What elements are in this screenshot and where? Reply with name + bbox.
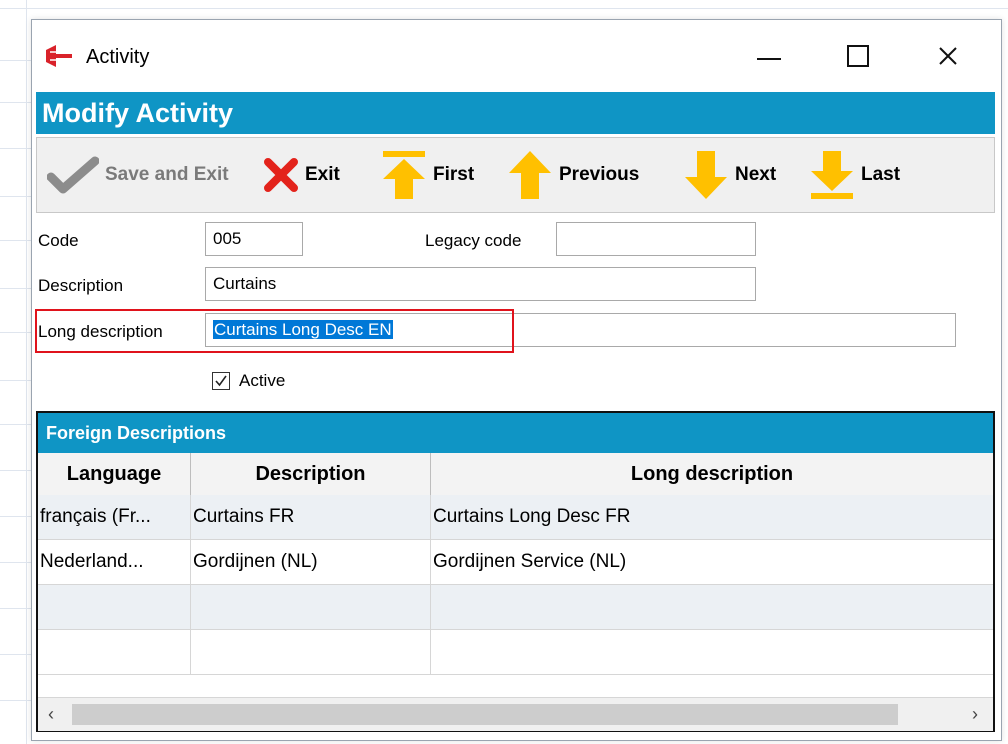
cell-language <box>38 585 191 629</box>
scroll-left-icon[interactable]: ‹ <box>48 704 54 725</box>
description-label: Description <box>38 276 124 295</box>
table-row[interactable]: Nederland... Gordijnen (NL) Gordijnen Se… <box>38 540 993 585</box>
close-icon <box>939 47 957 65</box>
cell-description <box>191 630 431 674</box>
code-field[interactable]: 005 <box>205 222 303 256</box>
page-title: Modify Activity <box>36 92 995 134</box>
next-button[interactable]: Next <box>683 138 776 212</box>
minimize-icon <box>757 58 781 60</box>
minimize-button[interactable] <box>746 36 792 76</box>
window-title: Activity <box>86 46 150 68</box>
cell-description: Gordijnen (NL) <box>191 540 431 584</box>
table-row[interactable]: français (Fr... Curtains FR Curtains Lon… <box>38 495 993 540</box>
app-logo-icon <box>46 45 72 67</box>
next-label: Next <box>735 164 777 185</box>
close-button[interactable] <box>925 36 971 76</box>
first-button[interactable]: First <box>381 138 474 212</box>
cell-long-description <box>431 585 993 629</box>
x-icon <box>264 158 298 192</box>
last-button[interactable]: Last <box>809 138 900 212</box>
cell-description: Curtains FR <box>191 495 431 539</box>
maximize-button[interactable] <box>835 36 881 76</box>
cell-language: Nederland... <box>38 540 191 584</box>
title-bar[interactable]: Activity <box>32 20 1001 84</box>
column-header-language[interactable]: Language <box>38 453 191 495</box>
toolbar: Save and Exit Exit First Previous Next L… <box>36 137 995 213</box>
cell-language <box>38 630 191 674</box>
cell-long-description <box>431 630 993 674</box>
save-and-exit-button[interactable]: Save and Exit <box>47 138 229 212</box>
bg-divider <box>26 0 27 744</box>
active-checkbox[interactable] <box>212 372 230 390</box>
arrow-up-icon <box>509 151 551 199</box>
legacy-code-label: Legacy code <box>425 231 522 250</box>
check-icon <box>215 375 227 387</box>
legacy-code-field[interactable] <box>556 222 756 256</box>
cell-description <box>191 585 431 629</box>
arrow-last-icon <box>811 151 853 199</box>
code-label: Code <box>38 231 79 250</box>
previous-label: Previous <box>559 164 640 185</box>
exit-button[interactable]: Exit <box>263 138 340 212</box>
column-header-description[interactable]: Description <box>191 453 431 495</box>
foreign-descriptions-panel: Foreign Descriptions Language Descriptio… <box>36 411 995 732</box>
foreign-descriptions-title: Foreign Descriptions <box>38 413 993 453</box>
first-label: First <box>433 164 475 185</box>
last-label: Last <box>861 164 901 185</box>
exit-label: Exit <box>305 164 340 185</box>
cell-long-description: Gordijnen Service (NL) <box>433 551 627 572</box>
description-field[interactable]: Curtains <box>205 267 756 301</box>
table-header: Language Description Long description <box>38 453 993 496</box>
checkmark-icon <box>47 156 99 194</box>
maximize-icon <box>847 45 869 67</box>
previous-button[interactable]: Previous <box>507 138 639 212</box>
arrow-first-icon <box>383 151 425 199</box>
cell-long-description: Curtains Long Desc FR <box>433 506 631 527</box>
table-row[interactable] <box>38 630 993 675</box>
activity-dialog: Activity Modify Activity Save and Exit E… <box>31 19 1002 741</box>
highlight-box <box>35 309 514 353</box>
arrow-down-icon <box>685 151 727 199</box>
column-header-long-description[interactable]: Long description <box>431 453 993 495</box>
table-row[interactable] <box>38 585 993 630</box>
active-label: Active <box>239 371 286 390</box>
save-and-exit-label: Save and Exit <box>105 164 229 185</box>
scroll-right-icon[interactable]: › <box>972 704 978 725</box>
scrollbar-thumb[interactable] <box>72 704 898 725</box>
horizontal-scrollbar[interactable]: ‹ › <box>38 697 993 731</box>
bg-divider <box>0 8 1008 9</box>
cell-language: français (Fr... <box>38 495 191 539</box>
